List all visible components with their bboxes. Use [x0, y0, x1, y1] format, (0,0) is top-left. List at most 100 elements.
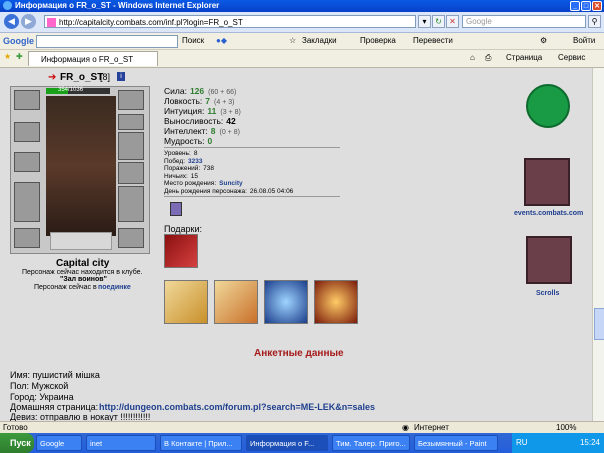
info-value: 26.08.05 04:06	[249, 187, 294, 195]
profile-city: Город: Украина	[10, 392, 74, 402]
taskbar-item[interactable]: Безымянный - Paint	[414, 435, 498, 451]
events-banner-icon[interactable]	[524, 158, 570, 206]
slot-helmet[interactable]	[14, 90, 40, 110]
stat-row: Интеллект: 8 (0 + 8)	[164, 126, 344, 136]
gift-item[interactable]	[264, 280, 308, 324]
start-button[interactable]: Пуск	[0, 433, 34, 453]
slot-gloves[interactable]	[118, 162, 144, 184]
gift-item[interactable]	[314, 280, 358, 324]
taskbar-item[interactable]: Google	[36, 435, 82, 451]
gift-item[interactable]	[214, 280, 258, 324]
wrench-icon[interactable]: ⚙	[540, 36, 547, 45]
activity-link[interactable]: поединке	[98, 284, 131, 291]
page-menu[interactable]: Страница	[506, 53, 542, 62]
stat-extra: (4 + 3)	[214, 99, 235, 106]
info-label: Место рождения:	[164, 180, 217, 187]
slot-earrings[interactable]	[118, 90, 144, 110]
translate-button[interactable]: Перевести	[413, 36, 453, 45]
bookmarks-button[interactable]: Закладки	[302, 36, 337, 45]
clock: 15:24	[579, 438, 600, 447]
google-login-button[interactable]: Войти	[573, 36, 595, 45]
google-search-button[interactable]: Поиск	[182, 36, 204, 45]
info-label: Побед:	[164, 157, 186, 165]
stat-value: 126	[189, 86, 205, 96]
spellcheck-button[interactable]: Проверка	[360, 36, 396, 45]
print-icon[interactable]: ⎙	[485, 53, 491, 63]
slot-leggings[interactable]	[118, 186, 144, 222]
tab-active[interactable]: Информация о FR_o_ST	[28, 51, 158, 66]
back-button[interactable]: ◀	[4, 14, 19, 29]
slot-weapon[interactable]	[14, 152, 40, 172]
ie-icon	[3, 1, 12, 10]
stats-divider	[164, 147, 340, 148]
location-room: "Зал воинов"	[60, 276, 107, 283]
stat-row: Ловкость: 7 (4 + 3)	[164, 96, 344, 106]
hp-value: 354/1036	[58, 87, 84, 93]
google-globe-icon[interactable]: ●◆	[216, 36, 227, 45]
search-icon[interactable]: ⚲	[588, 15, 601, 28]
gift-item[interactable]	[164, 280, 208, 324]
stat-label: Интеллект:	[164, 126, 208, 136]
info-row: Место рождения: Suncity	[164, 180, 364, 188]
stat-label: Мудрость:	[164, 136, 205, 146]
slot-rings[interactable]	[118, 132, 144, 160]
profile-homepage-link[interactable]: http://dungeon.combats.com/forum.pl?sear…	[99, 402, 375, 412]
stat-value: 11	[207, 106, 217, 116]
forward-button[interactable]: ▶	[21, 14, 36, 29]
info-label: Поражений:	[164, 165, 201, 172]
slot-boots[interactable]	[118, 228, 144, 248]
scrolls-link[interactable]: Scrolls	[536, 290, 559, 297]
taskbar-item[interactable]: Информация о F...	[246, 435, 328, 451]
taskbar-item[interactable]: Тим. Талер. Приго...	[332, 435, 410, 451]
address-field[interactable]: http://capitalcity.combats.com/inf.pl?lo…	[44, 15, 416, 28]
system-tray: RU 15:24	[512, 433, 604, 453]
info-divider	[164, 196, 340, 197]
stat-value: 0	[207, 136, 213, 146]
home-icon[interactable]: ⌂	[470, 53, 475, 62]
google-logo: Google	[3, 36, 34, 46]
favorites-star-icon[interactable]: ★	[4, 52, 11, 61]
activity-prefix: Персонаж сейчас в	[34, 284, 97, 291]
taskbar-item[interactable]: inet	[86, 435, 156, 451]
info-row: День рождения персонажа: 26.08.05 04:06	[164, 188, 364, 196]
google-toolbar: Google Поиск ●◆ ☆ Закладки Проверка Пере…	[0, 33, 604, 50]
slot-amulet[interactable]	[118, 114, 144, 130]
page-content: ➔ FR_o_ST [8] i 354/1036 Capital city Пе…	[0, 68, 592, 421]
goat-logo-icon[interactable]	[526, 84, 570, 128]
scrolls-banner-icon[interactable]	[526, 236, 572, 284]
scroll-thumb[interactable]	[594, 308, 604, 340]
google-search-input[interactable]	[36, 35, 178, 48]
stop-button[interactable]: ✕	[446, 15, 459, 28]
info-row: Побед: 3233	[164, 158, 364, 166]
clan-badge-icon[interactable]	[170, 202, 182, 216]
language-indicator[interactable]: RU	[516, 433, 528, 453]
gift-item[interactable]	[164, 234, 198, 268]
go-dropdown-button[interactable]: ▾	[418, 15, 431, 28]
profile-name: Имя: пушистий мішка	[10, 370, 100, 380]
info-value: 738	[203, 165, 214, 172]
stat-row: Выносливость: 42	[164, 116, 344, 126]
info-icon[interactable]: i	[117, 72, 125, 81]
slot-armor[interactable]	[14, 182, 40, 222]
add-favorites-icon[interactable]: ✚	[16, 52, 23, 61]
events-link[interactable]: events.combats.com	[514, 210, 583, 217]
minimize-button[interactable]: _	[570, 1, 580, 11]
info-label: День рождения персонажа:	[164, 187, 247, 195]
info-row: Уровень: 8	[164, 150, 364, 158]
vertical-scrollbar[interactable]	[592, 68, 604, 421]
star-icon: ☆	[289, 36, 297, 45]
clan-emblem	[50, 232, 112, 250]
close-button[interactable]: ✕	[592, 1, 602, 11]
maximize-button[interactable]: □	[581, 1, 591, 11]
gifts-label: Подарки:	[164, 224, 203, 234]
refresh-button[interactable]: ↻	[432, 15, 445, 28]
search-input[interactable]: Google	[462, 15, 586, 28]
tools-menu[interactable]: Сервис	[558, 53, 585, 62]
info-row: Ничьих: 15	[164, 173, 364, 181]
stat-label: Интуиция:	[164, 106, 205, 116]
character-avatar[interactable]	[46, 96, 116, 236]
taskbar-item[interactable]: В Контакте | Прил...	[160, 435, 242, 451]
slot-bracers[interactable]	[14, 122, 40, 142]
slot-belt[interactable]	[14, 228, 40, 248]
info-value: 3233	[188, 157, 203, 165]
